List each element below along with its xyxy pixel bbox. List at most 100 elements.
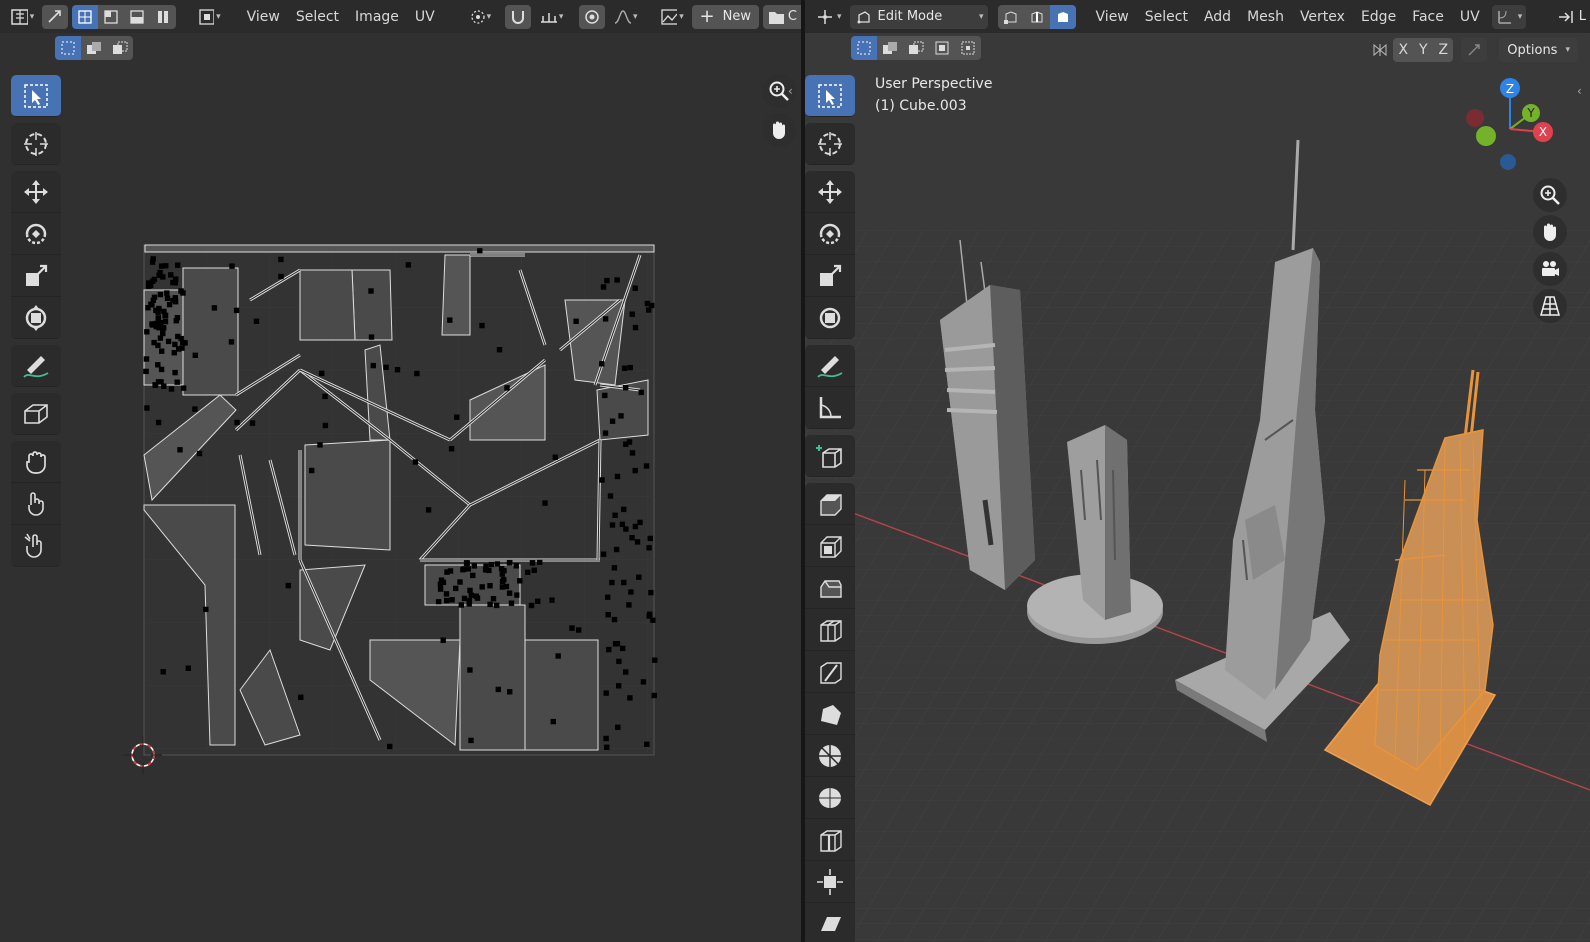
uv-island — [143, 504, 236, 746]
menu-mesh[interactable]: Mesh — [1239, 5, 1292, 29]
menu-add[interactable]: Add — [1196, 5, 1239, 29]
2d-cursor — [124, 736, 162, 774]
select-mode-extend-button[interactable] — [877, 36, 903, 60]
auto-merge-toggle[interactable] — [1461, 38, 1488, 62]
island-select-button[interactable] — [150, 4, 177, 29]
falloff-dropdown[interactable]: ▾ — [609, 5, 641, 29]
tool-edge-slide[interactable] — [805, 819, 855, 861]
gizmo-neg-y[interactable] — [1476, 126, 1496, 146]
uv-vertex — [178, 288, 184, 294]
uv-pan-button[interactable] — [762, 113, 796, 147]
edge-select-button[interactable] — [98, 4, 125, 29]
tool-measure[interactable] — [805, 387, 855, 429]
tool-scale[interactable] — [805, 255, 855, 297]
mirror-y-button[interactable]: Y — [1413, 38, 1434, 62]
mode-dropdown[interactable]: Edit Mode ▾ — [849, 4, 988, 29]
gizmo-neg-x[interactable] — [1466, 109, 1484, 127]
editor-type-selector[interactable]: ▾ — [6, 5, 38, 29]
tool-shrink-fatten[interactable] — [805, 861, 855, 903]
uv-vertex — [164, 295, 171, 301]
tool-rotate[interactable] — [11, 213, 61, 255]
uv-vertex — [644, 300, 651, 307]
tool-select-box[interactable] — [805, 75, 855, 117]
tool-rotate[interactable] — [805, 213, 855, 255]
uv-sync-toggle[interactable] — [42, 4, 69, 29]
tool-grab[interactable] — [11, 441, 61, 483]
tool-shear[interactable] — [805, 903, 855, 942]
falloff-curve-icon — [615, 9, 632, 24]
tool-rip-region[interactable] — [11, 393, 61, 435]
mirror-z-button[interactable]: Z — [1433, 38, 1454, 62]
menu-vertex[interactable]: Vertex — [1292, 5, 1353, 29]
tool-transform[interactable] — [11, 297, 61, 339]
menu-edge[interactable]: Edge — [1353, 5, 1404, 29]
navigation-gizmo[interactable]: Z Y X — [1455, 74, 1565, 184]
tool-move[interactable] — [805, 171, 855, 213]
face-select-button[interactable] — [124, 4, 151, 29]
viewport-editor-type[interactable]: ▾ — [811, 5, 846, 29]
tool-loop-cut[interactable] — [805, 609, 855, 651]
viewport-pan-button[interactable] — [1533, 215, 1567, 249]
tool-select-box[interactable] — [11, 75, 61, 117]
pivot-point-dropdown[interactable]: ▾ — [465, 5, 495, 29]
perspective-toggle-button[interactable] — [1533, 289, 1567, 323]
select-mode-extend-button[interactable] — [81, 36, 107, 60]
menu-select[interactable]: Select — [288, 5, 347, 29]
menu-image[interactable]: Image — [347, 5, 407, 29]
image-browse-dropdown[interactable]: ▾ — [656, 5, 688, 29]
tool-inset[interactable] — [805, 525, 855, 567]
tool-add-cube[interactable] — [805, 435, 855, 477]
viewport-zoom-button[interactable] — [1533, 178, 1567, 212]
tool-transform[interactable] — [805, 297, 855, 339]
tool-poly-build[interactable] — [805, 693, 855, 735]
snap-target-dropdown[interactable]: ▾ — [535, 5, 567, 29]
sticky-selection-dropdown[interactable]: ▾ — [194, 5, 224, 29]
new-image-button[interactable]: + New — [691, 4, 759, 29]
uv-editor-area[interactable]: ▾ ▾ View Select Image UV ▾ ▾ ▾ ▾ + New C… — [0, 0, 801, 942]
proportional-editing-toggle[interactable] — [579, 4, 606, 29]
uv-vertex — [458, 602, 464, 608]
tool-pinch[interactable] — [11, 525, 61, 567]
tool-cursor[interactable] — [11, 123, 61, 165]
tool-smooth[interactable] — [805, 777, 855, 819]
overlay-sidebar-toggle[interactable]: L — [1553, 5, 1590, 29]
vertex-select-button[interactable] — [72, 4, 99, 29]
sidebar-toggle-arrow[interactable]: ‹ — [1577, 84, 1582, 98]
select-mode-new-button[interactable] — [55, 36, 81, 60]
tool-cursor[interactable] — [805, 123, 855, 165]
camera-view-button[interactable] — [1533, 252, 1567, 286]
tool-knife[interactable] — [805, 651, 855, 693]
menu-face[interactable]: Face — [1404, 5, 1452, 29]
mesh-face-select[interactable] — [1049, 4, 1076, 29]
menu-select[interactable]: Select — [1137, 5, 1196, 29]
select-mode-invert-button[interactable] — [929, 36, 955, 60]
select-mode-subtract-button[interactable] — [903, 36, 929, 60]
tool-bevel[interactable] — [805, 567, 855, 609]
mesh-edge-select[interactable] — [1023, 4, 1050, 29]
3d-viewport-area[interactable]: ▾ Edit Mode ▾ View Select Add Mesh Verte… — [805, 0, 1590, 942]
mesh-vertex-select[interactable] — [997, 4, 1024, 29]
sidebar-toggle-arrow[interactable]: ‹ — [788, 84, 793, 98]
uv-vertex — [447, 568, 454, 574]
mirror-x-button[interactable]: X — [1393, 38, 1414, 62]
menu-view[interactable]: View — [1088, 5, 1137, 29]
select-mode-subtract-button[interactable] — [107, 36, 133, 60]
uv-vertex — [463, 560, 470, 566]
select-mode-new-button[interactable] — [851, 36, 877, 60]
options-dropdown[interactable]: Options ▾ — [1499, 38, 1578, 62]
menu-uv[interactable]: UV — [1452, 5, 1488, 29]
tool-scale[interactable] — [11, 255, 61, 297]
tool-move[interactable] — [11, 171, 61, 213]
tool-extrude[interactable] — [805, 483, 855, 525]
snap-toggle[interactable] — [505, 4, 532, 29]
menu-uv[interactable]: UV — [407, 5, 443, 29]
open-image-button[interactable]: C — [762, 4, 801, 29]
tool-annotate[interactable] — [805, 345, 855, 387]
menu-view[interactable]: View — [239, 5, 288, 29]
tool-annotate[interactable] — [11, 345, 61, 387]
select-mode-intersect-button[interactable] — [955, 36, 981, 60]
gizmo-neg-z[interactable] — [1500, 154, 1516, 170]
tool-relax[interactable] — [11, 483, 61, 525]
tool-spin[interactable] — [805, 735, 855, 777]
transform-orientation-dropdown[interactable]: ▾ — [1491, 4, 1527, 29]
